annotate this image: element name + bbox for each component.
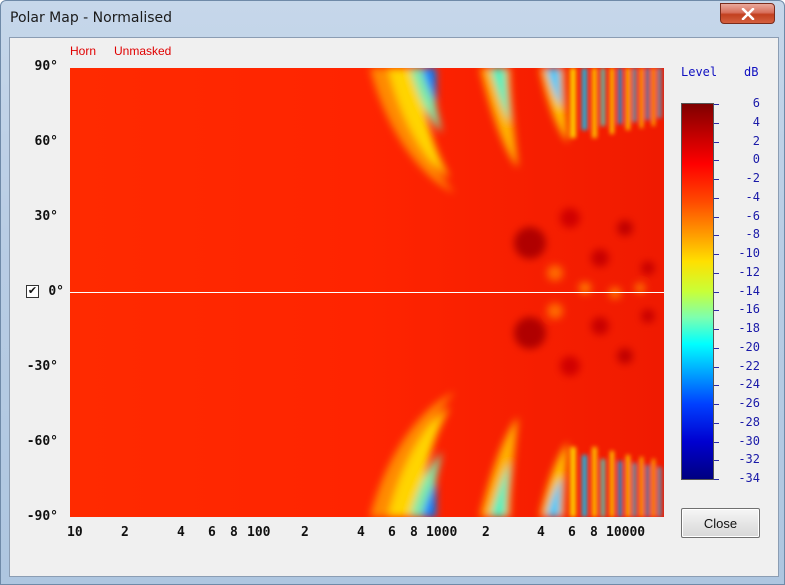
y-tick-label: 30° bbox=[34, 209, 58, 224]
series-label-horn: Horn bbox=[70, 44, 97, 58]
x-tick-label: 6 bbox=[208, 525, 216, 540]
title-bar[interactable]: Polar Map - Normalised bbox=[1, 1, 784, 37]
color-scale-tick-label: -2 bbox=[745, 171, 760, 185]
x-tick-label: 4 bbox=[357, 525, 365, 540]
color-scale-tick-label: -12 bbox=[738, 264, 760, 279]
y-tick-label: 90° bbox=[34, 59, 58, 74]
x-tick-label: 6 bbox=[568, 525, 576, 540]
color-scale-tick-label: -30 bbox=[738, 433, 760, 448]
color-scale-tick-label: -24 bbox=[738, 377, 760, 392]
y-tick-label: -60° bbox=[26, 434, 58, 449]
close-button-label: Close bbox=[703, 515, 738, 531]
color-scale-tick-label: 4 bbox=[752, 114, 760, 129]
window: Polar Map - Normalised Horn Unmasked 90°… bbox=[0, 0, 785, 585]
color-scale-tick-label: -8 bbox=[745, 227, 760, 242]
color-scale-tick-label: -20 bbox=[738, 339, 760, 354]
x-tick-label: 8 bbox=[230, 525, 238, 540]
color-scale-tick-label: -4 bbox=[745, 189, 760, 204]
color-scale-tick-label: 2 bbox=[752, 133, 760, 148]
x-tick-label: 100 bbox=[247, 525, 271, 540]
x-tick-label: 2 bbox=[121, 525, 129, 540]
color-scale-tick-label: -6 bbox=[745, 208, 760, 223]
legend-unit: dB bbox=[744, 65, 759, 79]
x-tick-label: 10 bbox=[67, 525, 83, 540]
x-tick-label: 4 bbox=[537, 525, 545, 540]
zero-line-checkbox[interactable]: ✔ bbox=[26, 285, 39, 298]
heatmap-svg bbox=[70, 68, 664, 517]
y-tick-label: 0° bbox=[48, 284, 64, 299]
legend-title: Level bbox=[681, 65, 718, 79]
color-scale-tick-label: -28 bbox=[738, 414, 760, 429]
series-label-unmasked: Unmasked bbox=[114, 44, 172, 58]
x-tick-label: 6 bbox=[388, 525, 396, 540]
color-scale-tick-label: -18 bbox=[738, 321, 760, 335]
dialog-client-area: Horn Unmasked 90° 60° 30° 0° -30° -60° -… bbox=[9, 37, 779, 577]
x-tick-label: 10000 bbox=[606, 525, 646, 540]
color-scale-tick-label: -22 bbox=[738, 358, 760, 373]
color-scale-tick-label: 6 bbox=[752, 96, 760, 110]
y-tick-label: -90° bbox=[26, 509, 58, 524]
checkmark-icon: ✔ bbox=[27, 285, 38, 297]
polar-map-plot[interactable] bbox=[70, 68, 664, 517]
close-icon bbox=[741, 7, 754, 20]
x-tick-label: 2 bbox=[301, 525, 309, 540]
color-scale-tick-label: -34 bbox=[738, 471, 760, 485]
color-scale-tick-label: -16 bbox=[738, 302, 760, 317]
x-tick-label: 4 bbox=[177, 525, 185, 540]
x-tick-label: 1000 bbox=[426, 525, 458, 540]
close-button[interactable]: Close bbox=[681, 508, 760, 538]
x-tick-label: 8 bbox=[590, 525, 598, 540]
window-title: Polar Map - Normalised bbox=[10, 10, 173, 26]
x-tick-label: 8 bbox=[410, 525, 418, 540]
y-tick-label: -30° bbox=[26, 359, 58, 374]
color-scale-tick-label: -26 bbox=[738, 396, 760, 410]
color-scale-tick-label: -10 bbox=[738, 246, 760, 260]
color-scale-tick-label: 0 bbox=[752, 152, 760, 167]
window-close-button[interactable] bbox=[720, 3, 775, 24]
color-scale-tick-label: -14 bbox=[738, 283, 760, 298]
y-tick-label: 60° bbox=[34, 134, 58, 149]
color-scale-tick-label: -32 bbox=[738, 452, 760, 467]
x-tick-label: 2 bbox=[482, 525, 490, 540]
